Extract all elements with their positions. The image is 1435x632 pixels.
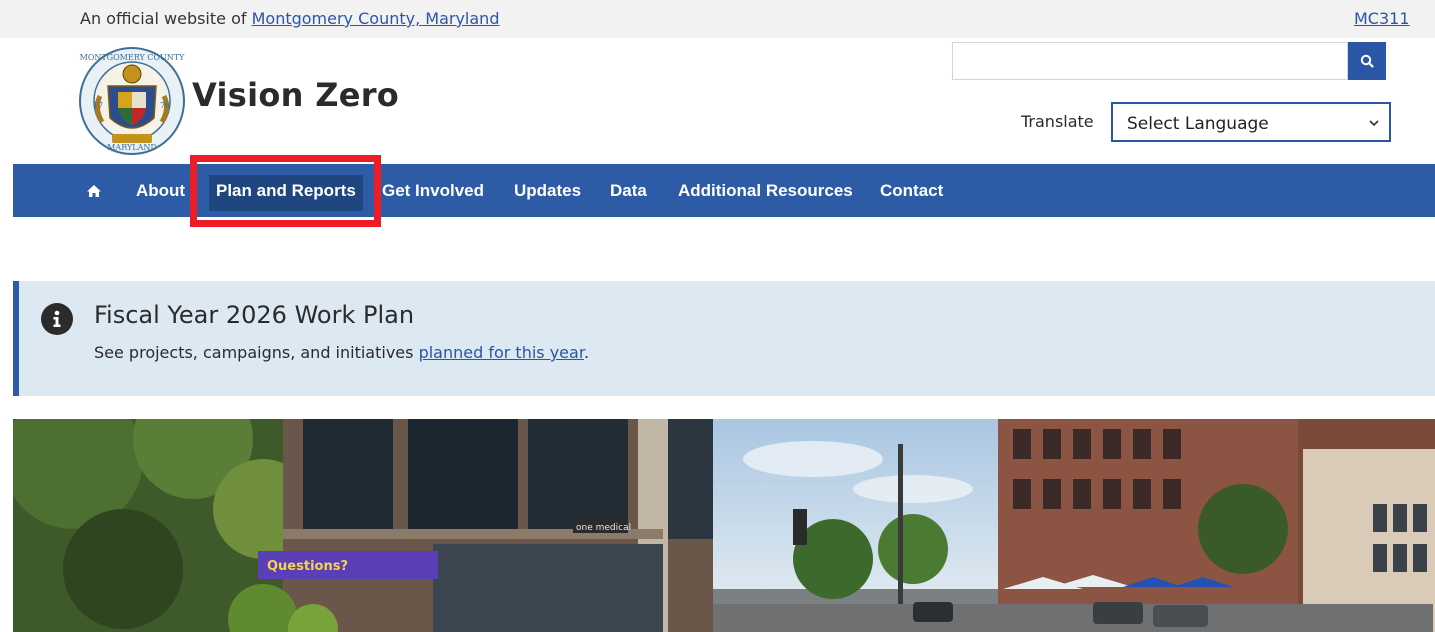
official-notice: An official website of Montgomery County…	[80, 9, 499, 28]
main-nav: About Plan and Reports Get Involved Upda…	[13, 164, 1435, 217]
official-banner: An official website of Montgomery County…	[0, 0, 1435, 38]
mc311-link[interactable]: MC311	[1354, 9, 1410, 28]
seal-left-number: 17	[93, 101, 103, 110]
nav-home[interactable]	[86, 164, 102, 217]
site-header: MONTGOMERY COUNTY MARYLAND 17 76 Vision …	[0, 38, 1435, 164]
alert-text-suffix: .	[583, 343, 590, 362]
info-icon	[41, 303, 73, 335]
nav-about[interactable]: About	[136, 164, 185, 217]
county-link[interactable]: Montgomery County, Maryland	[252, 9, 500, 28]
storefront-sign-text: one medical	[576, 523, 631, 533]
chevron-down-icon	[1369, 120, 1379, 127]
alert-text-prefix: See projects, campaigns, and initiatives	[94, 343, 419, 362]
language-select[interactable]: Select Language	[1111, 102, 1391, 142]
site-title[interactable]: Vision Zero	[192, 76, 399, 114]
alert-link[interactable]: planned for this year	[419, 343, 584, 362]
alert-title: Fiscal Year 2026 Work Plan	[94, 301, 415, 329]
alert-text: See projects, campaigns, and initiatives…	[94, 343, 589, 362]
translate-label: Translate	[1021, 112, 1094, 131]
language-select-value: Select Language	[1127, 114, 1269, 134]
nav-plan-and-reports[interactable]: Plan and Reports	[216, 164, 356, 217]
nav-get-involved[interactable]: Get Involved	[382, 164, 484, 217]
search-icon	[1360, 54, 1374, 68]
seal-right-number: 76	[160, 101, 170, 110]
home-icon	[87, 184, 101, 197]
hero-photo: one medical Questions?	[13, 419, 1435, 632]
nav-data[interactable]: Data	[610, 164, 647, 217]
search-input[interactable]	[952, 42, 1348, 80]
questions-banner-text: Questions?	[267, 559, 348, 574]
official-prefix: An official website of	[80, 9, 252, 28]
search-button[interactable]	[1348, 42, 1386, 80]
nav-contact[interactable]: Contact	[880, 164, 943, 217]
nav-updates[interactable]: Updates	[514, 164, 581, 217]
county-seal-logo[interactable]: MONTGOMERY COUNTY MARYLAND 17 76	[78, 46, 186, 156]
seal-top-text: MONTGOMERY COUNTY	[80, 53, 185, 62]
nav-additional-resources[interactable]: Additional Resources	[678, 164, 853, 217]
seal-bottom-text: MARYLAND	[107, 143, 157, 152]
street-scene-image: one medical Questions?	[13, 419, 1435, 632]
alert-banner: Fiscal Year 2026 Work Plan See projects,…	[13, 281, 1435, 396]
